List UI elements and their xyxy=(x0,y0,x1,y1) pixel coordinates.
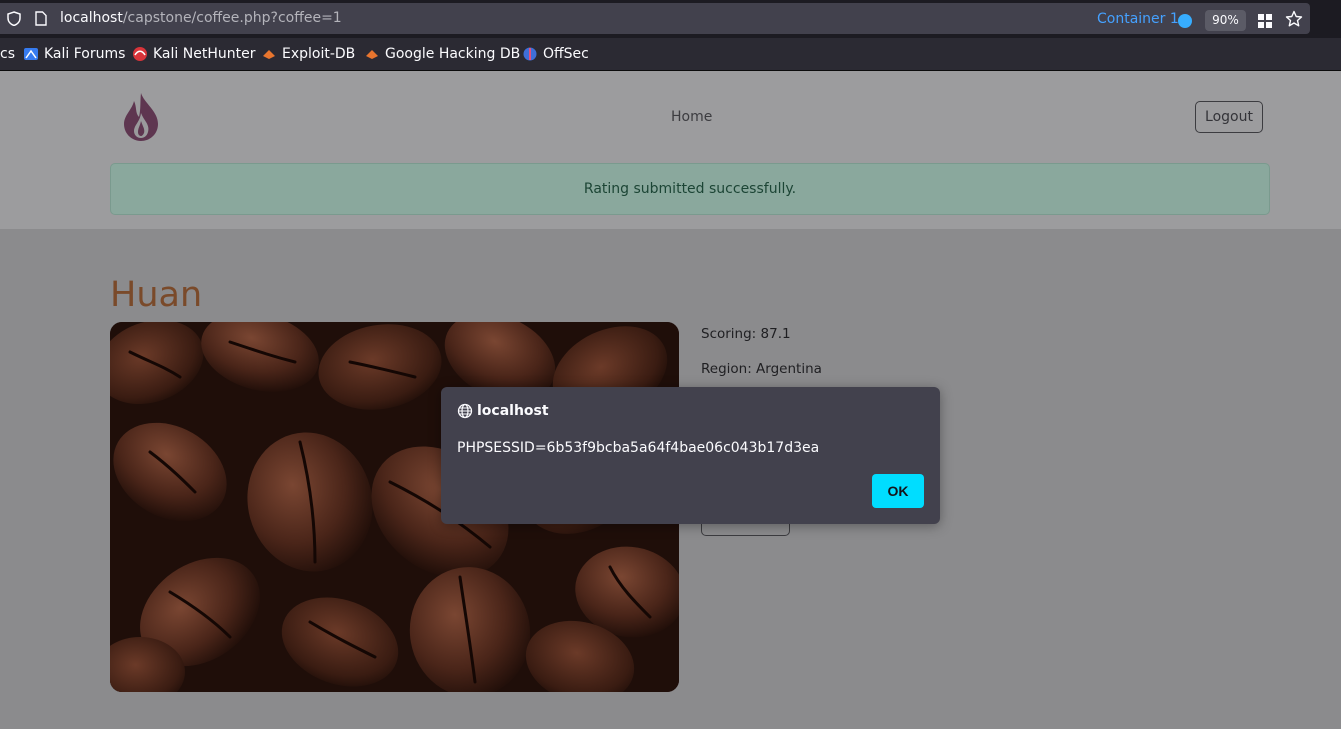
bookmark-google-hacking-db[interactable]: Google Hacking DB xyxy=(364,46,520,62)
page-icon[interactable] xyxy=(35,11,47,26)
url-bar[interactable]: localhost/capstone/coffee.php?coffee=1 C… xyxy=(0,3,1310,34)
site-logo-flame-icon[interactable] xyxy=(120,91,162,143)
ok-button[interactable]: OK xyxy=(872,474,924,508)
container-label[interactable]: Container 1 xyxy=(1097,11,1179,27)
tracking-shield-icon[interactable] xyxy=(7,11,21,26)
kali-nethunter-icon xyxy=(133,47,147,61)
coffee-region: Region: Argentina xyxy=(701,361,822,377)
bookmark-label: Google Hacking DB xyxy=(385,46,521,62)
url-host: localhost xyxy=(60,10,123,26)
exploit-db-icon xyxy=(263,50,275,59)
browser-toolbar: localhost/capstone/coffee.php?coffee=1 C… xyxy=(0,0,1341,38)
success-alert: Rating submitted successfully. xyxy=(110,163,1270,215)
container-dot-icon xyxy=(1178,14,1192,28)
bookmark-label: OffSec xyxy=(543,46,589,62)
alert-dialog: localhost PHPSESSID=6b53f9bcba5a64f4bae0… xyxy=(441,387,940,524)
bookmark-offsec[interactable]: OffSec xyxy=(522,46,589,62)
bookmarks-toolbar: cs Kali Forums Kali NetHunter Exploit-DB… xyxy=(0,38,1341,71)
extensions-grid-icon[interactable] xyxy=(1258,14,1272,28)
bookmark-star-icon[interactable] xyxy=(1285,10,1303,28)
bookmark-label: Kali Forums xyxy=(44,46,126,62)
ghdb-icon xyxy=(366,50,378,59)
bookmark-label: Exploit-DB xyxy=(282,46,356,62)
globe-icon xyxy=(457,403,473,419)
url-path: /capstone/coffee.php?coffee=1 xyxy=(122,10,342,26)
bookmark-kali-nethunter[interactable]: Kali NetHunter xyxy=(132,46,255,62)
bookmark-item[interactable]: cs xyxy=(0,46,15,62)
site-header: Home Logout Rating submitted successfull… xyxy=(0,71,1341,229)
nav-home-link[interactable]: Home xyxy=(671,109,712,125)
offsec-icon xyxy=(523,47,537,61)
zoom-level-button[interactable]: 90% xyxy=(1205,10,1246,31)
kali-forums-icon xyxy=(24,48,38,60)
coffee-scoring: Scoring: 87.1 xyxy=(701,326,791,342)
bookmark-kali-forums[interactable]: Kali Forums xyxy=(23,46,125,62)
coffee-name-heading: Huan xyxy=(110,275,203,315)
bookmark-label: Kali NetHunter xyxy=(153,46,256,62)
bookmark-label: cs xyxy=(0,46,15,62)
bookmark-exploit-db[interactable]: Exploit-DB xyxy=(261,46,355,62)
dialog-title: localhost xyxy=(477,403,549,419)
dialog-message: PHPSESSID=6b53f9bcba5a64f4bae06c043b17d3… xyxy=(457,440,820,456)
url-text[interactable]: localhost/capstone/coffee.php?coffee=1 xyxy=(60,10,342,26)
logout-button[interactable]: Logout xyxy=(1195,101,1263,133)
